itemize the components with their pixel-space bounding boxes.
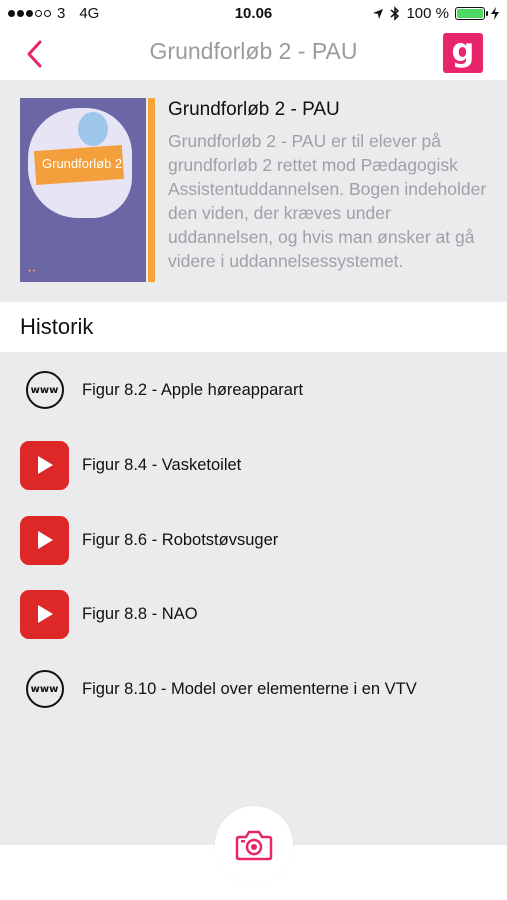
status-right: 100 % <box>372 5 499 22</box>
logo-letter: g <box>451 31 475 69</box>
history-item-label: Figur 8.4 - Vasketoilet <box>82 455 242 474</box>
www-icon: www <box>20 665 69 714</box>
charging-icon <box>491 7 499 20</box>
youtube-play-icon <box>20 589 69 639</box>
history-list: www Figur 8.2 - Apple høreapparart Figur… <box>0 352 507 845</box>
book-description: Grundforløb 2 - PAU er til elever på gru… <box>168 131 487 271</box>
www-icon: www <box>20 366 69 415</box>
history-title: Historik <box>20 314 94 339</box>
brand-logo[interactable]: g <box>443 33 483 73</box>
youtube-play-icon <box>20 440 69 490</box>
history-item-label: Figur 8.10 - Model over elementerne i en… <box>82 679 417 698</box>
cover-title: Grundforløb 2 <box>42 156 123 171</box>
history-item[interactable]: Figur 8.6 - Robotstøvsuger <box>0 515 507 565</box>
book-accent-stripe <box>148 98 155 282</box>
history-item[interactable]: Figur 8.4 - Vasketoilet <box>0 440 507 490</box>
history-item[interactable]: www Figur 8.2 - Apple høreapparart <box>0 365 507 415</box>
status-bar: 3 4G 10.06 100 % <box>0 0 507 28</box>
history-item[interactable]: www Figur 8.10 - Model over elementerne … <box>0 664 507 714</box>
battery-percent: 100 % <box>406 5 449 22</box>
history-item-label: Figur 8.2 - Apple høreapparart <box>82 380 304 399</box>
bluetooth-icon <box>390 6 400 21</box>
page-title: Grundforløb 2 - PAU <box>149 38 358 64</box>
history-item-label: Figur 8.8 - NAO <box>82 604 198 623</box>
book-title: Grundforløb 2 - PAU <box>168 99 340 120</box>
camera-icon <box>235 830 273 861</box>
book-cover-image: Grundforløb 2 ● ● <box>20 98 146 282</box>
book-info-panel: Grundforløb 2 ● ● Grundforløb 2 - PAU Gr… <box>0 80 507 302</box>
history-item-label: Figur 8.6 - Robotstøvsuger <box>82 530 279 549</box>
navigation-bar: Grundforløb 2 - PAU g <box>0 28 507 80</box>
camera-button[interactable] <box>215 806 293 884</box>
location-arrow-icon <box>373 8 384 19</box>
history-header: Historik <box>0 302 507 352</box>
battery-icon <box>455 7 488 20</box>
youtube-play-icon <box>20 515 69 565</box>
history-item[interactable]: Figur 8.8 - NAO <box>0 589 507 639</box>
